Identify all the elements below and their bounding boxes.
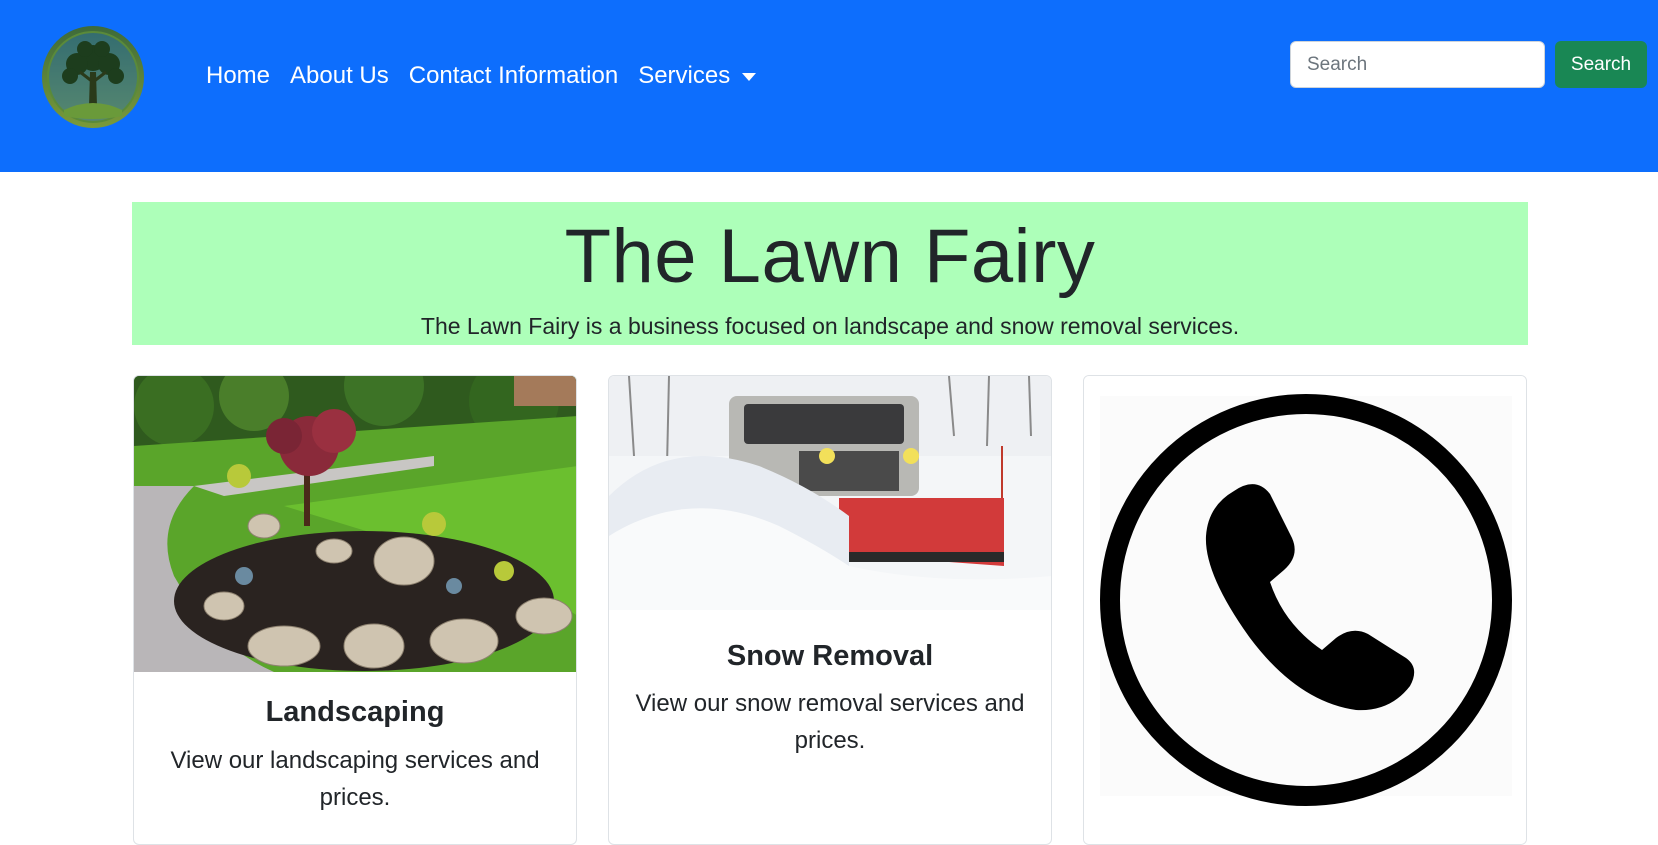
- card-title-landscaping: Landscaping: [265, 696, 445, 728]
- search-input[interactable]: [1290, 41, 1545, 88]
- search-button[interactable]: Search: [1555, 41, 1647, 88]
- nav-home-link[interactable]: Home: [196, 62, 280, 90]
- nav-links: Home About Us Contact Information Servic…: [196, 56, 766, 96]
- card-text-snow-removal: View our snow removal services and price…: [635, 690, 1025, 754]
- card-title-snow-removal: Snow Removal: [726, 640, 934, 672]
- nav-services-dropdown[interactable]: Services: [628, 62, 766, 90]
- navbar: Home About Us Contact Information Servic…: [0, 0, 1658, 172]
- landscaping-garden-image: [134, 376, 576, 672]
- nav-about-link[interactable]: About Us: [280, 62, 399, 90]
- card-snow-removal[interactable]: Snow Removal View our snow removal servi…: [608, 375, 1052, 845]
- card-contact[interactable]: [1083, 375, 1527, 845]
- nav-contact-link[interactable]: Contact Information: [399, 62, 628, 90]
- caret-down-icon: [742, 73, 757, 81]
- snow-plow-truck-image: [609, 376, 1051, 610]
- card-landscaping[interactable]: Landscaping View our landscaping service…: [133, 375, 577, 845]
- nav-services-label: Services: [638, 62, 731, 89]
- phone-icon: [1084, 376, 1526, 844]
- hero-subtitle: The Lawn Fairy is a business focused on …: [420, 313, 1240, 339]
- card-text-landscaping: View our landscaping services and prices…: [170, 747, 540, 811]
- hero-banner: The Lawn Fairy The Lawn Fairy is a busin…: [132, 202, 1528, 345]
- tree-logo-icon[interactable]: [40, 24, 146, 130]
- page-title: The Lawn Fairy: [564, 214, 1096, 299]
